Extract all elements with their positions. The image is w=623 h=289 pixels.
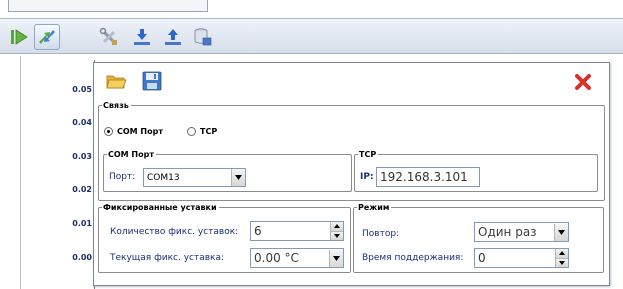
main-toolbar	[0, 18, 623, 54]
folder-open-icon	[106, 75, 127, 89]
open-file-button[interactable]	[104, 69, 128, 93]
connection-group-title: Связь	[103, 101, 129, 110]
mode-group-title: Режим	[358, 203, 390, 212]
save-file-button[interactable]	[140, 69, 164, 93]
tools-icon	[99, 27, 117, 45]
download-icon	[134, 29, 150, 45]
y-tick-label: 0.01	[72, 219, 92, 228]
radio-com-port-label: COM Порт	[117, 127, 163, 136]
repeat-select[interactable]: Один раз	[474, 222, 569, 242]
stepper-up-icon[interactable]	[556, 249, 568, 258]
upload-button[interactable]	[160, 24, 186, 50]
settings-button[interactable]	[96, 24, 122, 50]
download-button[interactable]	[129, 24, 155, 50]
stepper-buttons	[330, 222, 343, 240]
port-label: Порт:	[109, 172, 136, 182]
radio-indicator	[187, 127, 196, 136]
upload-icon	[165, 29, 181, 45]
y-tick-label: 0.00	[72, 253, 92, 262]
hold-time-value: 0	[478, 251, 486, 265]
connection-settings-dialog: Связь COM Порт TCP COM Порт Порт: COM13 …	[93, 62, 610, 286]
close-icon	[575, 74, 591, 90]
y-tick-label: 0.03	[72, 152, 92, 161]
ip-label: IP:	[360, 172, 374, 182]
radio-tcp-label: TCP	[200, 127, 218, 136]
radio-tcp[interactable]: TCP	[187, 127, 217, 136]
com-port-group-title: COM Порт	[108, 150, 154, 159]
current-setpoint-select[interactable]: 0.00 °C	[250, 248, 344, 268]
current-setpoint-label: Текущая фикс. уставка:	[110, 253, 225, 263]
stepper-up-icon[interactable]	[331, 222, 343, 231]
chevron-down-icon[interactable]	[231, 169, 245, 186]
y-tick-label: 0.04	[72, 118, 92, 127]
database-save-icon	[194, 28, 212, 46]
setpoint-count-value: 6	[254, 224, 262, 238]
radio-com-port[interactable]: COM Порт	[104, 127, 163, 136]
floppy-save-icon	[142, 71, 162, 91]
close-button[interactable]	[572, 71, 594, 93]
stepper-down-icon[interactable]	[331, 230, 343, 240]
current-setpoint-value: 0.00 °C	[254, 251, 299, 265]
window-top-strip	[0, 0, 623, 18]
play-button[interactable]	[6, 24, 32, 50]
ip-input[interactable]: 192.168.3.101	[376, 167, 480, 187]
setpoint-count-stepper[interactable]: 6	[250, 221, 344, 241]
setpoint-count-label: Количество фикс. уставок:	[110, 227, 239, 237]
y-tick-label: 0.05	[72, 85, 92, 94]
y-tick-label: 0.02	[72, 185, 92, 194]
connect-arrows-icon	[39, 30, 55, 44]
chevron-down-icon[interactable]	[554, 223, 568, 241]
top-tab	[8, 0, 208, 12]
play-icon	[11, 29, 28, 45]
stepper-buttons	[555, 249, 568, 267]
repeat-label: Повтор:	[362, 229, 400, 239]
port-select[interactable]: COM13	[143, 168, 246, 187]
radio-indicator	[104, 127, 113, 136]
repeat-select-value: Один раз	[478, 225, 537, 239]
database-save-button[interactable]	[190, 24, 216, 50]
port-select-value: COM13	[147, 172, 180, 183]
connect-button[interactable]	[34, 24, 60, 50]
chevron-down-icon[interactable]	[329, 249, 343, 267]
hold-time-label: Время поддержания:	[362, 253, 464, 263]
fixed-setpoints-group-title: Фиксированные уставки	[103, 203, 217, 212]
stepper-down-icon[interactable]	[556, 257, 568, 267]
hold-time-stepper[interactable]: 0	[474, 248, 569, 268]
tcp-group-title: TCP	[359, 150, 377, 159]
